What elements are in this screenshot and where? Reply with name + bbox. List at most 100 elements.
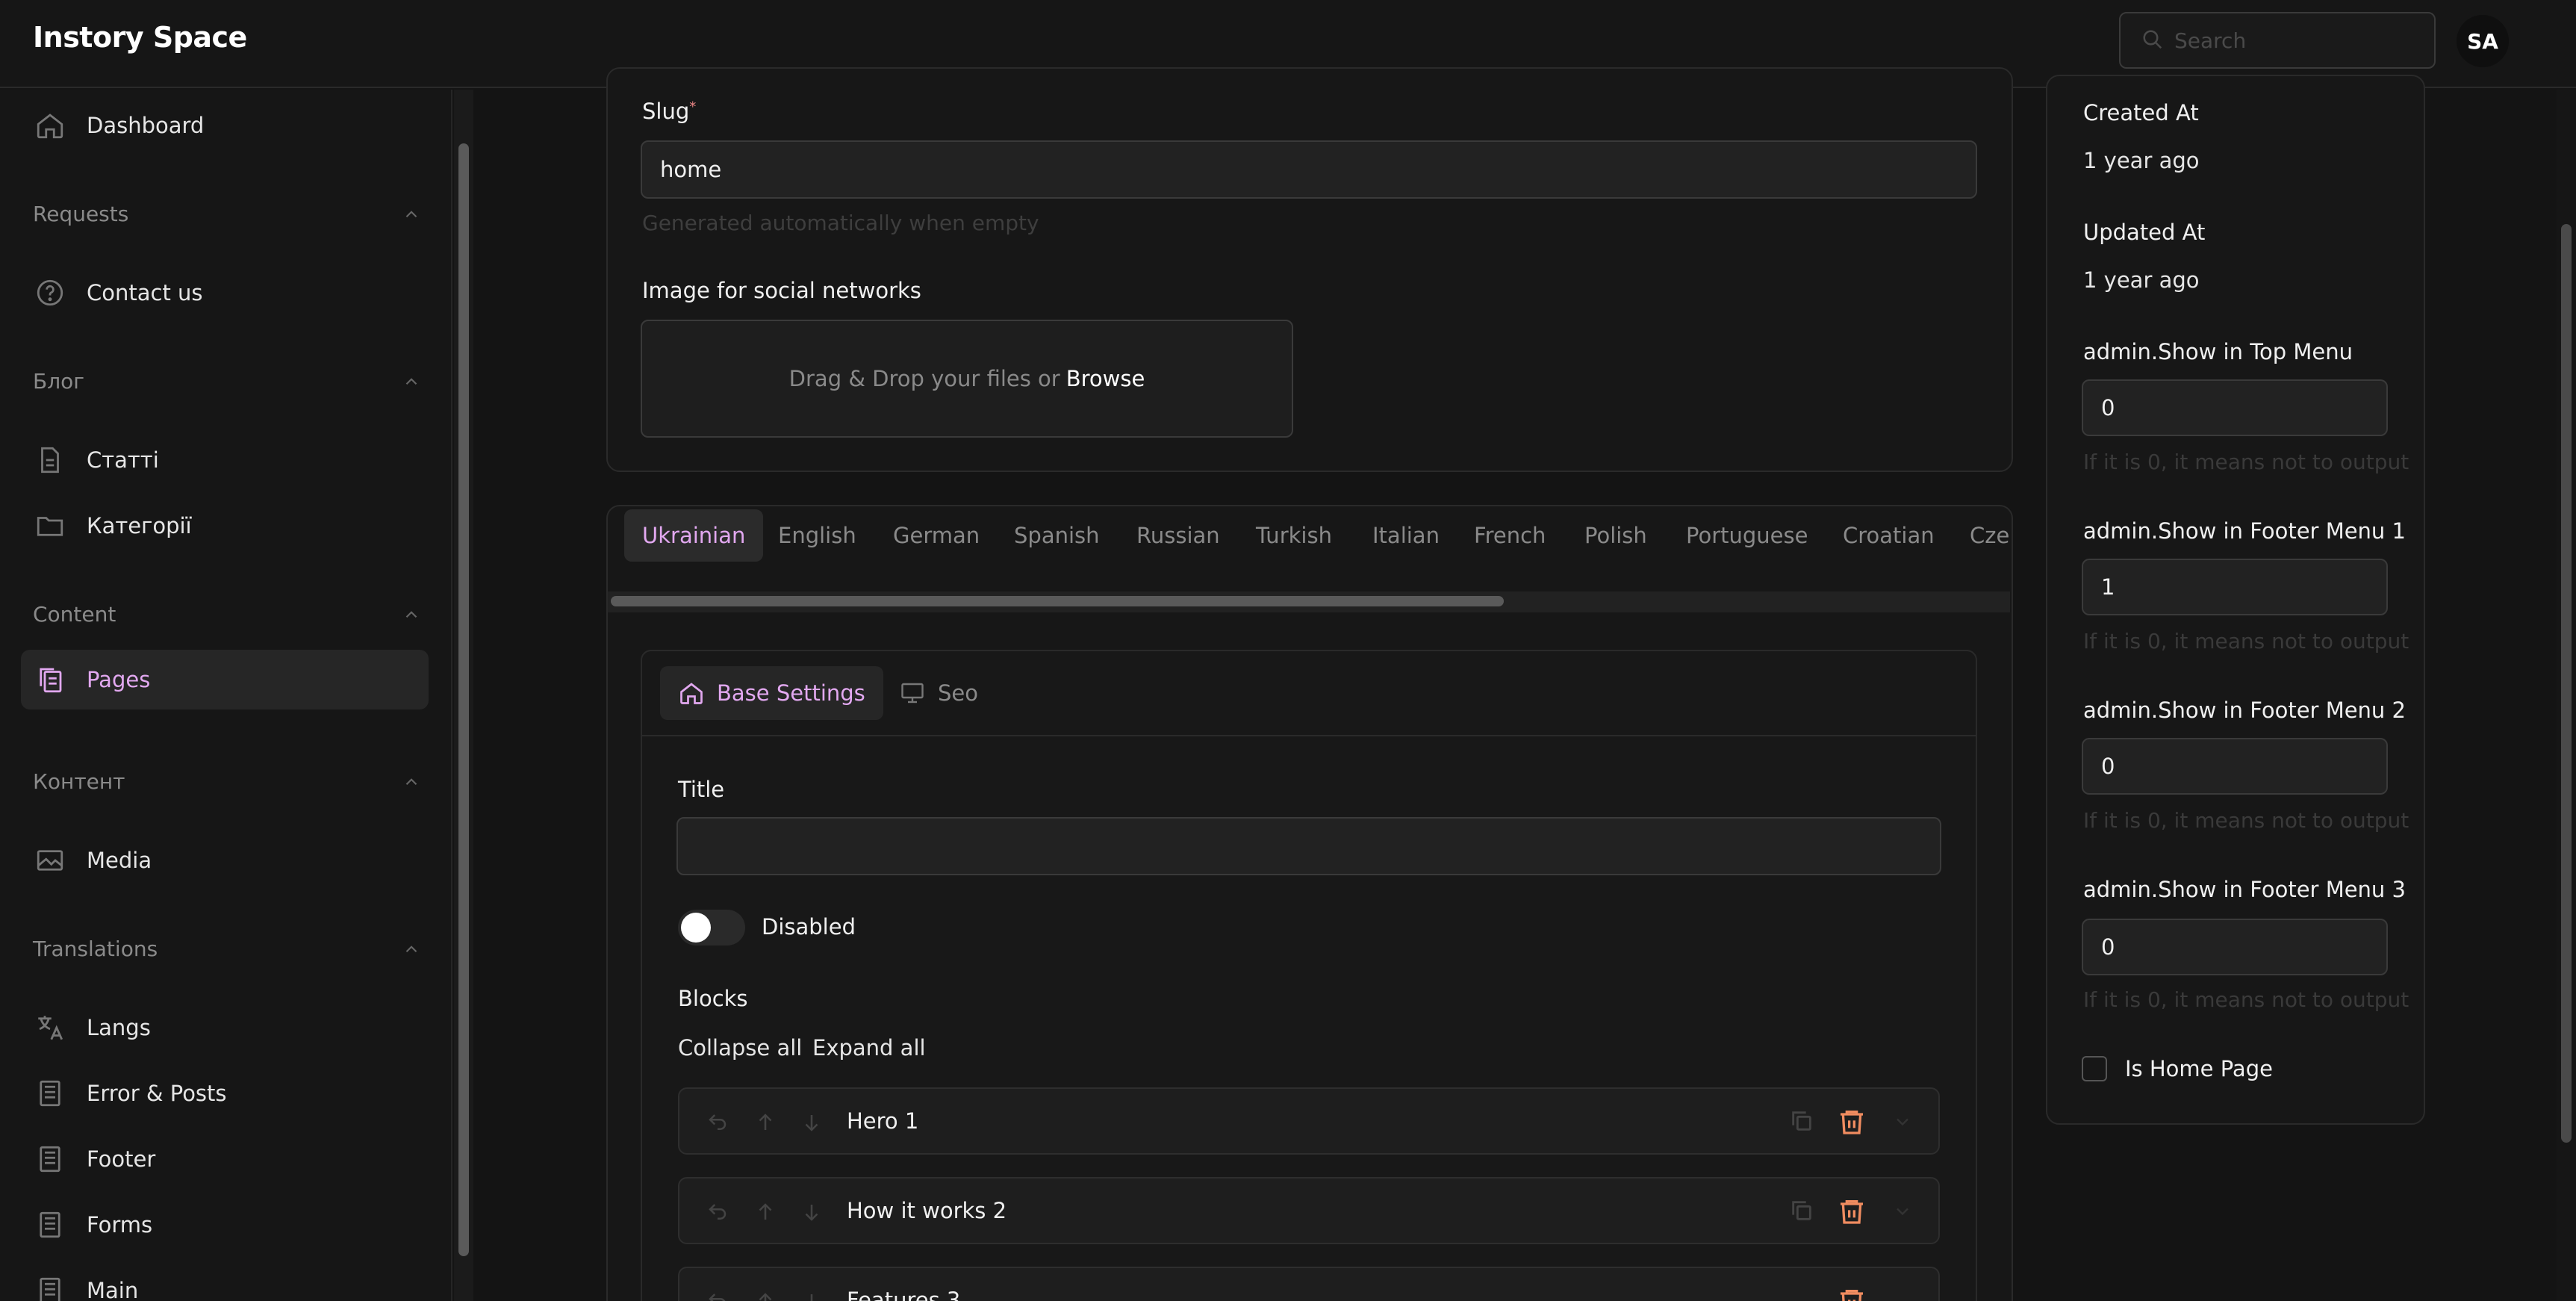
sidebar-item-errors-posts[interactable]: Error & Posts [21, 1064, 429, 1123]
sidebar-item-label: Статті [87, 447, 159, 473]
monitor-icon [901, 683, 924, 704]
updated-at-label: Updated At [2083, 220, 2206, 245]
footer-menu-1-label: admin.Show in Footer Menu 1 [2083, 518, 2406, 544]
slug-hint: Generated automatically when empty [642, 211, 1039, 235]
group-kontent[interactable]: Контент [33, 769, 421, 794]
sidebar-item-contact-us[interactable]: Contact us [21, 263, 429, 323]
collapse-all-button[interactable]: Collapse all [678, 1035, 802, 1061]
search-box[interactable]: Search [2119, 12, 2436, 69]
title-input[interactable] [676, 817, 1941, 875]
group-requests[interactable]: Requests [33, 202, 421, 226]
page-scrollbar[interactable] [2557, 90, 2576, 1301]
slug-label: Slug* [642, 99, 697, 124]
updated-at-value: 1 year ago [2083, 267, 2200, 293]
top-menu-label: admin.Show in Top Menu [2083, 339, 2353, 364]
tab-base-settings[interactable]: Base Settings [660, 666, 883, 720]
arrow-up-icon[interactable] [754, 1111, 777, 1134]
sidebar-item-langs[interactable]: Langs [21, 998, 429, 1058]
undo-icon[interactable] [706, 1111, 729, 1134]
tab-ukrainian[interactable]: Ukrainian [624, 509, 764, 562]
footer-menu-3-hint: If it is 0, it means not to output [2083, 987, 2409, 1012]
browse-link[interactable]: Browse [1066, 366, 1145, 391]
sidebar-item-main[interactable]: Main [21, 1261, 429, 1301]
tab-label: Base Settings [717, 680, 865, 706]
footer-menu-2-label: admin.Show in Footer Menu 2 [2083, 698, 2406, 723]
block-title: Features 3 [847, 1288, 961, 1301]
title-label: Title [678, 777, 725, 802]
block-row[interactable]: How it works 2 [678, 1177, 1940, 1244]
tab-german[interactable]: German [893, 523, 980, 548]
arrow-down-icon[interactable] [800, 1291, 823, 1301]
top-menu-input[interactable]: 0 [2082, 379, 2388, 436]
tab-croatian[interactable]: Croatian [1843, 523, 1935, 548]
chevron-up-icon [405, 611, 417, 618]
sidebar-item-categories[interactable]: Категорії [21, 496, 429, 556]
arrow-down-icon[interactable] [800, 1111, 823, 1134]
arrow-up-icon[interactable] [754, 1291, 777, 1301]
brand-logo[interactable]: Instory Space [33, 21, 247, 54]
footer-menu-3-input[interactable]: 0 [2082, 919, 2388, 975]
tab-spanish[interactable]: Spanish [1014, 523, 1100, 548]
group-blog[interactable]: Блог [33, 369, 421, 394]
arrow-up-icon[interactable] [754, 1201, 777, 1223]
home-page-checkbox[interactable] [2082, 1056, 2107, 1081]
expand-all-button[interactable]: Expand all [812, 1035, 926, 1061]
tab-italian[interactable]: Italian [1372, 523, 1440, 548]
sidebar-item-pages[interactable]: Pages [21, 650, 429, 710]
footer-menu-2-input[interactable]: 0 [2082, 738, 2388, 795]
sidebar-item-label: Pages [87, 667, 151, 692]
copy-icon[interactable] [1789, 1108, 1814, 1134]
file-dropzone[interactable]: Drag & Drop your files or Browse [641, 320, 1293, 438]
block-title: How it works 2 [847, 1198, 1007, 1223]
group-translations[interactable]: Translations [33, 937, 421, 961]
sidebar-item-dashboard[interactable]: Dashboard [21, 96, 429, 155]
tab-russian[interactable]: Russian [1136, 523, 1220, 548]
group-content[interactable]: Content [33, 602, 421, 627]
undo-icon[interactable] [706, 1291, 729, 1301]
scrollbar-thumb[interactable] [611, 596, 1504, 606]
copy-icon[interactable] [1789, 1198, 1814, 1223]
arrow-down-icon[interactable] [800, 1201, 823, 1223]
block-row[interactable]: Hero 1 [678, 1087, 1940, 1155]
tab-czech[interactable]: Cze [1970, 523, 2012, 548]
footer-menu-2-hint: If it is 0, it means not to output [2083, 808, 2409, 833]
sidebar-item-label: Footer [87, 1146, 156, 1172]
trash-icon[interactable] [1837, 1285, 1867, 1301]
tab-french[interactable]: French [1474, 523, 1546, 548]
avatar[interactable]: SA [2457, 15, 2509, 67]
sidebar-item-label: Contact us [87, 280, 203, 305]
disabled-toggle[interactable] [678, 910, 745, 946]
sidebar-item-footer[interactable]: Footer [21, 1129, 429, 1189]
top-menu-hint: If it is 0, it means not to output [2083, 450, 2409, 474]
tabs-scrollbar[interactable] [608, 591, 2010, 612]
block-row[interactable]: Features 3 [678, 1267, 1940, 1301]
tab-turkish[interactable]: Turkish [1256, 523, 1332, 548]
trash-icon[interactable] [1837, 1195, 1867, 1228]
slug-input[interactable]: home [641, 140, 1977, 199]
tab-english[interactable]: English [778, 523, 856, 548]
home-icon [37, 114, 63, 139]
scrollbar-thumb[interactable] [2561, 224, 2572, 1143]
group-label: Блог [33, 369, 84, 394]
chevron-down-icon[interactable] [1892, 1111, 1913, 1132]
subtab-divider [642, 735, 1976, 736]
undo-icon[interactable] [706, 1201, 729, 1223]
tab-portuguese[interactable]: Portuguese [1686, 523, 1808, 548]
trash-icon[interactable] [1837, 1105, 1867, 1138]
scrollbar-thumb[interactable] [458, 143, 469, 1256]
chevron-down-icon[interactable] [1892, 1201, 1913, 1222]
chevron-up-icon [405, 378, 417, 385]
chevron-up-icon [405, 211, 417, 218]
calculator-icon [40, 1080, 60, 1107]
sidebar-item-media[interactable]: Media [21, 830, 429, 890]
tab-seo[interactable]: Seo [899, 680, 978, 707]
sidebar-item-forms[interactable]: Forms [21, 1195, 429, 1255]
footer-menu-1-input[interactable]: 1 [2082, 559, 2388, 615]
sidebar-scrollbar[interactable] [454, 90, 473, 1301]
image-label: Image for social networks [642, 278, 921, 303]
tab-label: Seo [938, 680, 978, 706]
sidebar-item-label: Langs [87, 1015, 151, 1040]
tab-polish[interactable]: Polish [1584, 523, 1647, 548]
sidebar-item-articles[interactable]: Статті [21, 430, 429, 490]
calculator-icon [40, 1277, 60, 1301]
